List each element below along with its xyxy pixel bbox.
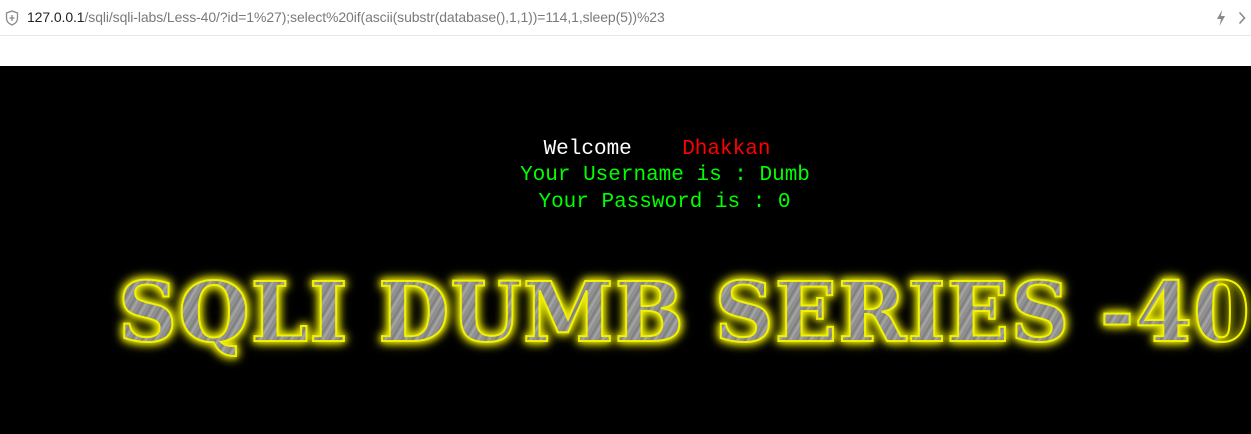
toolbar-spacer [0,37,1251,66]
url-text[interactable]: 127.0.0.1/sqli/sqli-labs/Less-40/?id=1%2… [27,9,665,25]
username-line: Your Username is : Dumb [520,164,810,187]
chevron-right-icon[interactable] [1238,11,1246,25]
password-line: Your Password is : 0 [538,191,791,214]
welcome-line: Welcome Dhakkan [0,138,1251,161]
welcome-name: Dhakkan [682,138,771,161]
page-content: Welcome Dhakkan Your Username is : Dumb … [0,66,1251,434]
address-bar[interactable]: 127.0.0.1/sqli/sqli-labs/Less-40/?id=1%2… [0,0,1251,36]
lightning-icon[interactable] [1215,9,1227,27]
shield-icon[interactable] [5,10,19,26]
series-banner: SQLI DUMB SERIES -40 [117,265,1251,361]
welcome-label: Welcome [543,138,632,161]
url-path: /sqli/sqli-labs/Less-40/?id=1%27);select… [84,9,665,25]
url-host: 127.0.0.1 [27,9,85,25]
